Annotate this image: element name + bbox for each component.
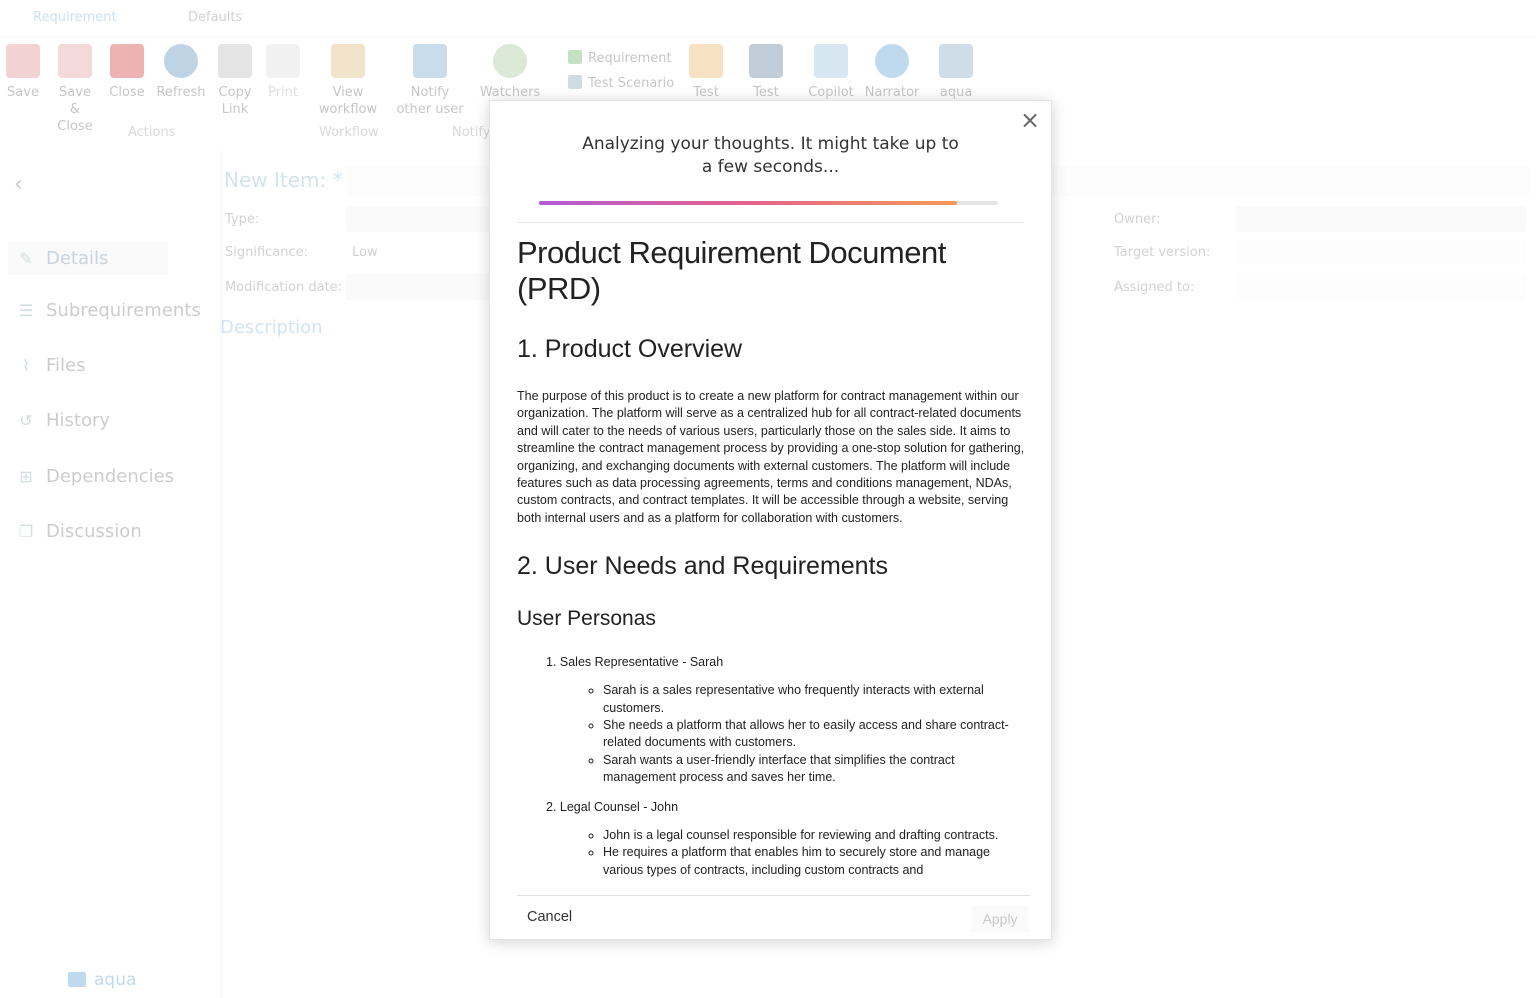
section-product-overview: 1. Product Overview — [517, 335, 743, 363]
view-workflow-button[interactable]: View workflow — [318, 44, 378, 118]
aqua-logo: aqua — [68, 970, 136, 990]
sidebar-item-dependencies[interactable]: ⊞ Dependencies — [16, 466, 174, 487]
sidebar-item-history[interactable]: ↺ History — [16, 410, 110, 431]
progress-bar — [539, 201, 998, 205]
chat-icon: ❐ — [18, 522, 34, 541]
close-button[interactable]: Close — [108, 44, 146, 101]
persona-john-list: John is a legal counsel responsible for … — [517, 827, 1027, 879]
assigned-to-select[interactable] — [1236, 274, 1526, 300]
aqua-help-button[interactable]: aqua — [938, 44, 974, 101]
divider-top — [517, 222, 1024, 223]
sidebar-item-discussion[interactable]: ❐ Discussion — [16, 521, 142, 542]
requirement-icon — [568, 50, 582, 64]
section-user-needs: 2. User Needs and Requirements — [517, 552, 889, 581]
save-icon — [6, 44, 40, 78]
play-icon — [749, 44, 783, 78]
description-heading: Description — [220, 317, 323, 338]
persona-john: 2. Legal Counsel - John — [546, 799, 679, 814]
modification-date-field[interactable] — [346, 274, 490, 300]
target-version-select[interactable] — [1236, 239, 1526, 265]
overview-paragraph: The purpose of this product is to create… — [517, 389, 1025, 525]
prd-content[interactable]: Product Requirement Document (PRD) 1. Pr… — [517, 231, 1027, 895]
group-label-notify: Notify — [452, 125, 491, 140]
progress-fill — [539, 201, 957, 205]
cancel-button[interactable]: Cancel — [527, 909, 572, 925]
significance-select[interactable]: Low — [346, 239, 490, 265]
list-item: She needs a platform that allows her to … — [603, 717, 1027, 752]
type-label: Type: — [225, 212, 260, 227]
test-scenario-option[interactable]: Test Scenario — [568, 75, 674, 91]
envelope-icon — [413, 44, 447, 78]
copilot-button[interactable]: Copilot — [806, 44, 856, 101]
list-item: Sarah wants a user-friendly interface th… — [603, 752, 1027, 787]
help-icon — [939, 44, 973, 78]
save-close-button[interactable]: Save & Close — [52, 44, 98, 135]
copilot-dialog: × Analyzing your thoughts. It might take… — [489, 100, 1052, 940]
list-item: He requires a platform that enables him … — [603, 844, 1027, 879]
user-personas-heading: User Personas — [517, 607, 656, 631]
notify-other-user-button[interactable]: Notify other user — [396, 44, 464, 118]
owner-select[interactable] — [1236, 206, 1526, 232]
close-icon — [110, 44, 144, 78]
hierarchy-icon: ⊞ — [19, 467, 33, 486]
target-version-label: Target version: — [1114, 245, 1211, 260]
group-label-workflow: Workflow — [319, 125, 379, 140]
apply-button[interactable]: Apply — [971, 906, 1029, 932]
watchers-button[interactable]: Watchers — [474, 44, 546, 101]
history-icon: ↺ — [19, 411, 33, 430]
print-button[interactable]: Print — [266, 44, 300, 101]
new-item-title: New Item: * — [224, 168, 343, 192]
edit-icon: ✎ — [19, 249, 33, 268]
refresh-icon — [164, 44, 198, 78]
copy-link-icon — [218, 44, 252, 78]
persona-sarah: 1. Sales Representative - Sarah — [546, 655, 724, 670]
tab-requirement[interactable]: Requirement — [33, 10, 117, 25]
lightning-icon — [814, 44, 848, 78]
list-item: John is a legal counsel responsible for … — [603, 827, 1027, 844]
ribbon-tabs: Requirement Defaults — [0, 0, 1536, 37]
paperclip-icon: ⌇ — [22, 356, 30, 375]
tab-defaults[interactable]: Defaults — [188, 10, 242, 25]
owner-label: Owner: — [1114, 212, 1161, 227]
close-dialog-icon[interactable]: × — [1019, 108, 1041, 132]
test-button-1[interactable]: Test — [688, 44, 724, 101]
persona-sarah-list: Sarah is a sales representative who freq… — [517, 682, 1027, 786]
group-label-actions: Actions — [128, 125, 176, 140]
analyzing-status: Analyzing your thoughts. It might take u… — [582, 134, 959, 177]
divider-bottom — [517, 895, 1030, 896]
sidebar-item-subrequirements[interactable]: ☰ Subrequirements — [16, 300, 201, 321]
list-item: Sarah is a sales representative who freq… — [603, 682, 1027, 717]
doc-title: Product Requirement Document (PRD) — [517, 235, 946, 306]
modification-date-label: Modification date: — [225, 280, 343, 295]
microphone-icon — [875, 44, 909, 78]
back-chevron-icon[interactable]: ‹ — [14, 172, 23, 197]
copy-link-button[interactable]: Copy Link — [216, 44, 254, 118]
requirement-option[interactable]: Requirement — [568, 50, 672, 66]
sidebar-item-details[interactable]: ✎ Details — [8, 242, 169, 275]
watchers-icon — [493, 44, 527, 78]
save-close-icon — [58, 44, 92, 78]
aqua-logo-icon — [68, 972, 86, 987]
list-icon: ☰ — [18, 301, 34, 320]
refresh-button[interactable]: Refresh — [156, 44, 206, 101]
sidebar-divider — [220, 150, 221, 998]
workflow-icon — [331, 44, 365, 78]
save-button[interactable]: Save — [6, 44, 40, 101]
test-scenario-icon — [568, 75, 582, 89]
sidebar-item-files[interactable]: ⌇ Files — [16, 355, 85, 376]
type-select[interactable] — [346, 206, 490, 232]
significance-value: Low — [352, 245, 378, 260]
assigned-to-label: Assigned to: — [1114, 280, 1195, 295]
test-button-2[interactable]: Test — [748, 44, 784, 101]
test-icon — [689, 44, 723, 78]
print-icon — [266, 44, 300, 78]
narrator-button[interactable]: Narrator — [864, 44, 920, 101]
significance-label: Significance: — [225, 245, 309, 260]
